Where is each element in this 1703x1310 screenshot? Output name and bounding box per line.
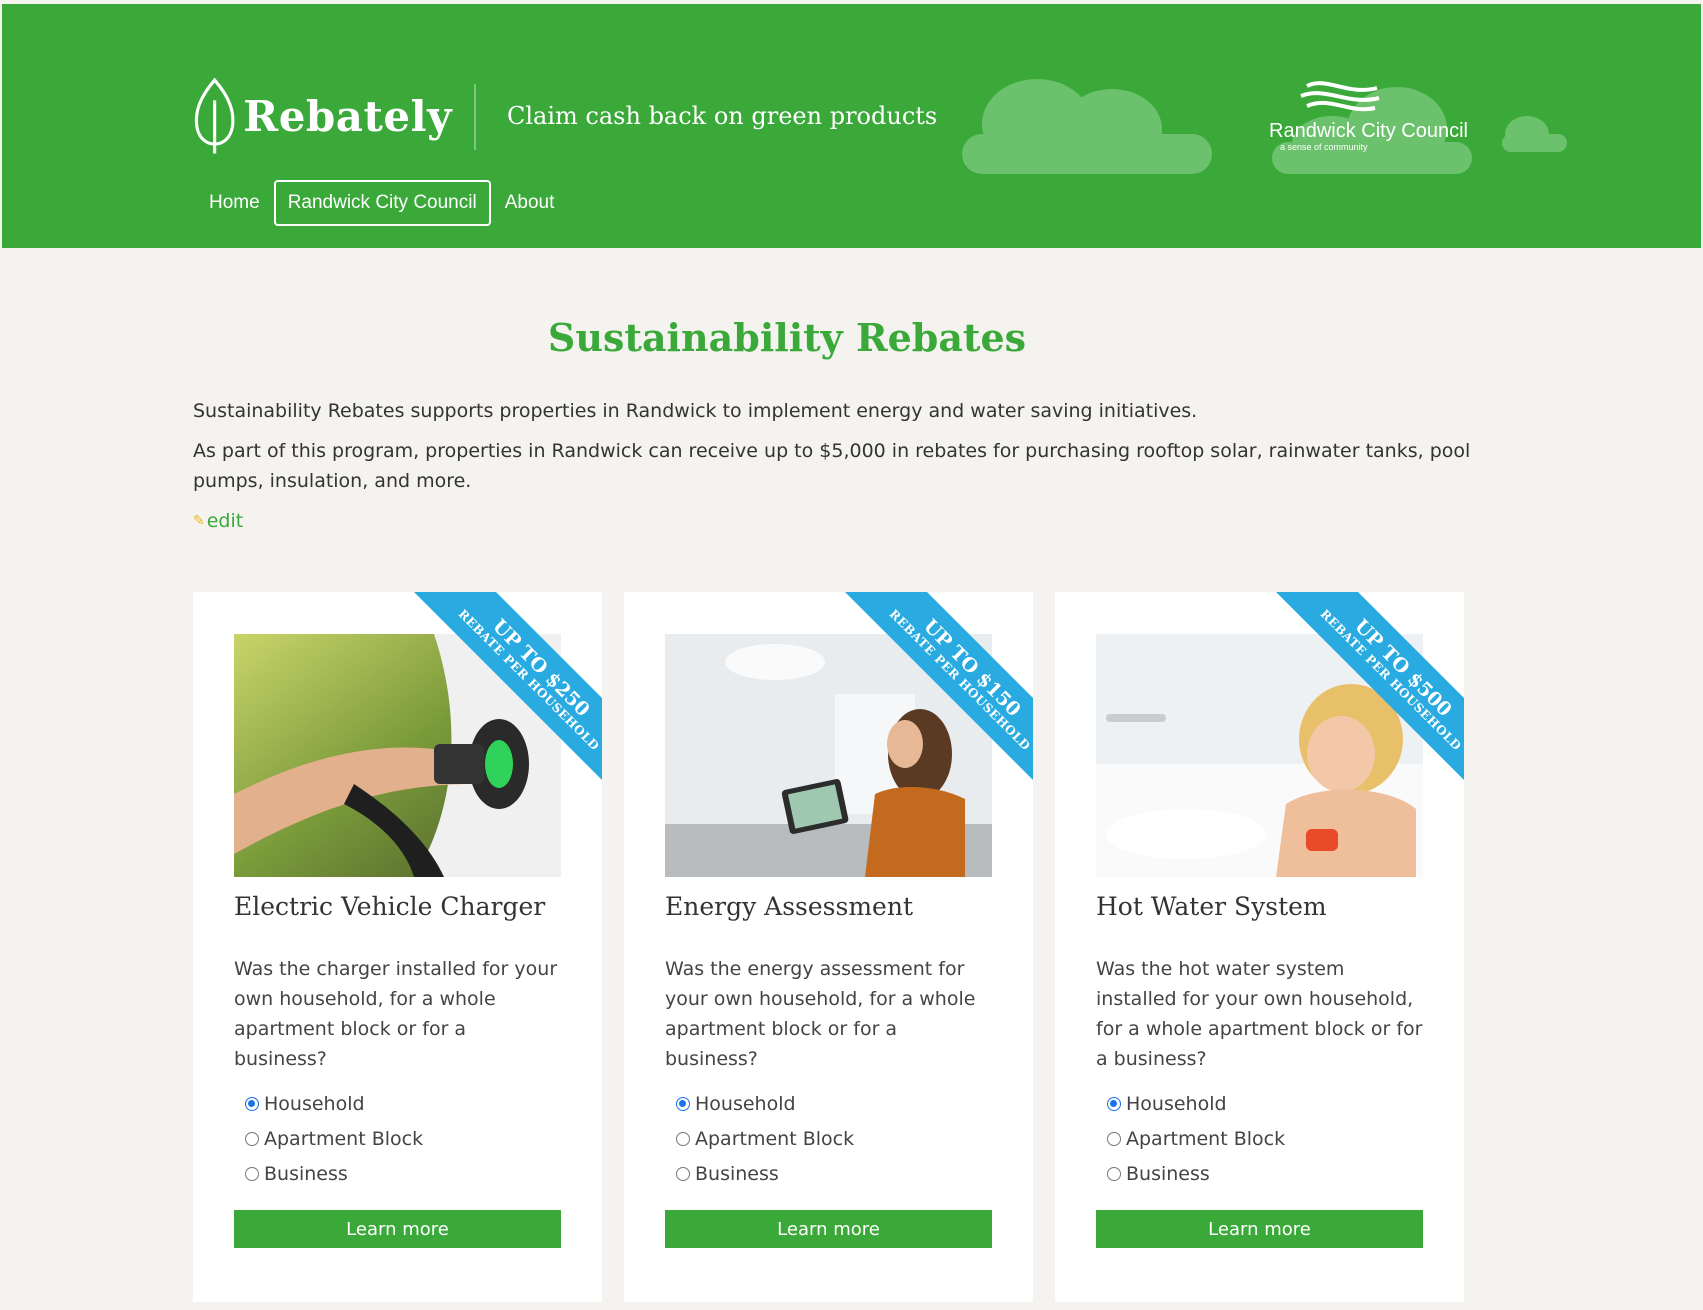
radio-label: Apartment Block [695, 1127, 855, 1150]
intro-paragraph: Sustainability Rebates supports properti… [193, 400, 1198, 422]
card-title: Electric Vehicle Charger [234, 892, 546, 921]
tagline: Claim cash back on green products [507, 102, 938, 130]
radio-apartment-block[interactable]: Apartment Block [676, 1121, 854, 1156]
radio-label: Household [695, 1092, 796, 1115]
radio-business[interactable]: Business [245, 1156, 423, 1191]
radio-button[interactable] [676, 1131, 690, 1146]
learn-more-button[interactable]: Learn more [1096, 1210, 1423, 1248]
radio-label: Household [1126, 1092, 1227, 1115]
rebate-ribbon: UP TO $500 REBATE PER HOUSEHOLD [1248, 592, 1464, 804]
intro-paragraph: As part of this program, properties in R… [193, 440, 1471, 492]
learn-more-button[interactable]: Learn more [665, 1210, 992, 1248]
ribbon-amount: UP TO $500 [1350, 615, 1456, 721]
radio-button[interactable] [1107, 1166, 1121, 1181]
council-name: Randwick City Council [1269, 120, 1468, 142]
radio-label: Apartment Block [1126, 1127, 1286, 1150]
radio-business[interactable]: Business [1107, 1156, 1285, 1191]
card-title: Hot Water System [1096, 892, 1327, 921]
radio-apartment-block[interactable]: Apartment Block [245, 1121, 423, 1156]
rebate-card-energy-assessment: UP TO $150 REBATE PER HOUSEHOLD Energy A… [624, 592, 1033, 1302]
radio-label: Business [1126, 1162, 1210, 1185]
radio-label: Household [264, 1092, 365, 1115]
radio-label: Business [264, 1162, 348, 1185]
card-question: Was the energy assessment for your own h… [665, 958, 976, 1070]
council-tagline: a sense of community [1280, 142, 1368, 152]
learn-more-button[interactable]: Learn more [234, 1210, 561, 1248]
radio-business[interactable]: Business [676, 1156, 854, 1191]
intro-text: Sustainability Rebates supports properti… [193, 396, 1473, 506]
radio-button[interactable] [245, 1166, 259, 1181]
ribbon-amount: UP TO $250 [488, 615, 594, 721]
nav-home[interactable]: Home [197, 182, 272, 224]
rebately-logo[interactable]: Rebately [192, 66, 452, 166]
pencil-icon: ✎ [193, 513, 205, 529]
radio-label: Apartment Block [264, 1127, 424, 1150]
property-type-radio-group: Household Apartment Block Business [1107, 1086, 1285, 1191]
radio-button[interactable] [245, 1096, 259, 1111]
leaf-icon [194, 77, 235, 154]
page-title: Sustainability Rebates [547, 315, 1027, 360]
rebate-card-ev-charger: UP TO $250 REBATE PER HOUSEHOLD Electric… [193, 592, 602, 1302]
property-type-radio-group: Household Apartment Block Business [245, 1086, 423, 1191]
edit-label: edit [206, 510, 244, 532]
nav-randwick-city-council[interactable]: Randwick City Council [273, 180, 491, 226]
rebate-ribbon: UP TO $150 REBATE PER HOUSEHOLD [817, 592, 1033, 804]
radio-apartment-block[interactable]: Apartment Block [1107, 1121, 1285, 1156]
card-question: Was the charger installed for your own h… [234, 958, 558, 1070]
radio-household[interactable]: Household [1107, 1086, 1285, 1121]
radio-button[interactable] [245, 1131, 259, 1146]
nav-about[interactable]: About [493, 182, 567, 224]
main-nav: Home Randwick City Council About [197, 180, 566, 226]
radio-button[interactable] [1107, 1131, 1121, 1146]
radio-button[interactable] [676, 1166, 690, 1181]
radio-label: Business [695, 1162, 779, 1185]
card-title: Energy Assessment [665, 892, 913, 921]
radio-button[interactable] [676, 1096, 690, 1111]
site-header: Rebately Claim cash back on green produc… [2, 4, 1701, 248]
radio-household[interactable]: Household [676, 1086, 854, 1121]
property-type-radio-group: Household Apartment Block Business [676, 1086, 854, 1191]
radio-household[interactable]: Household [245, 1086, 423, 1121]
rebate-card-hot-water-system: UP TO $500 REBATE PER HOUSEHOLD Hot Wate… [1055, 592, 1464, 1302]
radio-button[interactable] [1107, 1096, 1121, 1111]
card-question: Was the hot water system installed for y… [1096, 958, 1423, 1070]
header-divider [474, 84, 476, 150]
brand-name: Rebately [243, 91, 452, 141]
edit-link[interactable]: ✎ edit [193, 510, 243, 532]
rebate-ribbon: UP TO $250 REBATE PER HOUSEHOLD [386, 592, 602, 804]
ribbon-amount: UP TO $150 [919, 615, 1025, 721]
